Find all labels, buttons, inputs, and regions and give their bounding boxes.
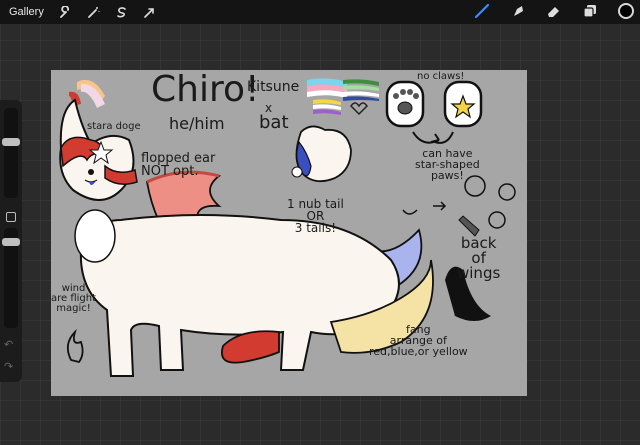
undo-icon[interactable]: ↶: [4, 338, 13, 351]
character-name: Chiro!: [151, 69, 260, 110]
top-toolbar: Gallery: [0, 0, 640, 24]
species-bat: bat: [259, 112, 289, 133]
layers-icon[interactable]: [582, 3, 598, 19]
fang-color-label: fang arrange of red,blue,or yellow: [369, 323, 468, 358]
paw-prints: [385, 80, 483, 144]
wind-magic-label: wind are flight magic!: [51, 283, 97, 314]
opacity-thumb[interactable]: [2, 238, 20, 246]
eraser-icon[interactable]: [546, 3, 562, 19]
side-toolbar: ↶ ↷: [0, 100, 22, 382]
pronouns-label: he/him: [169, 114, 225, 133]
painting-tools-group: [474, 3, 634, 19]
star-shaped-label: can have star-shaped paws!: [415, 147, 480, 182]
color-swatch-button[interactable]: [618, 3, 634, 19]
no-claws-label: no claws!: [417, 71, 465, 82]
nub-tail-sketch: [291, 125, 352, 183]
back-of-wings-label: back of wings: [457, 234, 501, 282]
wrench-icon[interactable]: [58, 4, 74, 20]
brush-size-thumb[interactable]: [2, 138, 20, 146]
actions-group: [58, 4, 158, 20]
character-head: [59, 98, 138, 201]
selection-icon[interactable]: [114, 4, 130, 20]
gallery-button[interactable]: Gallery: [9, 6, 44, 18]
brush-icon[interactable]: [474, 3, 490, 19]
smudge-icon[interactable]: [510, 3, 526, 19]
opacity-slider[interactable]: [2, 228, 20, 328]
drawing-canvas[interactable]: Chiro! he/him Kitsune x bat no claws! ca…: [51, 70, 527, 396]
flopped-ear-label: flopped ear NOT opt.: [141, 151, 216, 179]
transform-arrow-icon[interactable]: [142, 4, 158, 20]
stara-doge-label: stara doge: [87, 121, 141, 132]
modify-square-icon[interactable]: [6, 212, 16, 222]
nub-tail-label: 1 nub tail OR 3 tails!: [287, 197, 344, 235]
redo-icon[interactable]: ↷: [4, 360, 13, 373]
species-kitsune: Kitsune: [247, 79, 300, 95]
magic-wand-icon[interactable]: [86, 4, 102, 20]
flag-strokes: [307, 78, 379, 116]
brush-size-slider[interactable]: [2, 108, 20, 198]
flame-doodle: [66, 328, 84, 364]
